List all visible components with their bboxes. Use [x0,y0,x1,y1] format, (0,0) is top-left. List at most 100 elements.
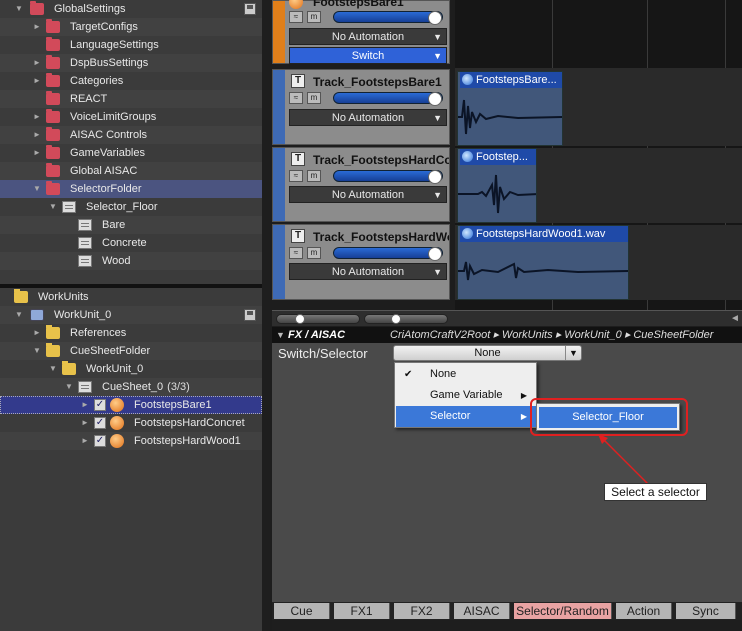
tree-row[interactable]: ► GameVariables [0,144,262,162]
chevron-down-icon[interactable]: ▼ [565,346,581,360]
zoom-slider[interactable] [364,314,448,324]
envelope-icon[interactable]: ≈ [289,11,303,23]
tree-row-selector-label[interactable]: Wood [0,252,262,270]
switch-dropdown[interactable]: Switch ▼ [289,47,447,64]
tab-action[interactable]: Action [616,603,672,619]
tree-row[interactable]: ► AISAC Controls [0,126,262,144]
collapse-arrow-icon[interactable]: ► [32,18,42,36]
tree-row-selector[interactable]: ▼ Selector_Floor [0,198,262,216]
tree-row-selector-label[interactable]: Bare [0,216,262,234]
checkbox[interactable]: ✓ [94,417,106,429]
envelope-icon[interactable]: ≈ [289,92,303,104]
waveform-clip[interactable]: FootstepsBare... [457,71,563,146]
tree-row-work-unit[interactable]: ▼ WorkUnit_0 [0,306,262,324]
tree-row-cue[interactable]: ► ✓ FootstepsHardConcret [0,414,262,432]
expand-arrow-icon[interactable]: ▼ [14,0,24,18]
track-cue[interactable]: FootstepsBare1 ≈ m No Automation ▼ Switch… [272,0,450,64]
collapse-arrow-icon[interactable]: ► [32,324,42,342]
collapse-arrow-icon[interactable]: ► [80,414,90,432]
tree-row-work-units[interactable]: WorkUnits [0,288,262,306]
tree-row-global-settings[interactable]: ▼ GlobalSettings [0,0,262,18]
envelope-icon[interactable]: ≈ [289,247,303,259]
tree-row-references[interactable]: ► References [0,324,262,342]
volume-slider[interactable] [333,11,443,25]
tab-selector-random[interactable]: Selector/Random [514,603,612,619]
folder-icon [46,343,60,357]
automation-dropdown[interactable]: No Automation ▼ [289,109,447,126]
volume-slider[interactable] [333,170,443,184]
tab-sync[interactable]: Sync [676,603,736,619]
tab-fx2[interactable]: FX2 [394,603,450,619]
menu-item-game-variable[interactable]: Game Variable ▶ [396,385,537,406]
tree-row-sub-work-unit[interactable]: ▼ WorkUnit_0 [0,360,262,378]
track[interactable]: T Track_FootstepsBare1 ≈ m No Automation… [272,69,450,145]
tree-row-selector-label[interactable]: Concrete [0,234,262,252]
waveform-clip[interactable]: FootstepsHardWood1.wav [457,225,629,300]
volume-slider[interactable] [333,92,443,106]
tree-row-cue[interactable]: ► ✓ FootstepsBare1 [0,396,262,414]
tree-row[interactable]: REACT [0,90,262,108]
envelope-icon[interactable]: ≈ [289,170,303,182]
mute-icon[interactable]: m [307,170,321,182]
tree-row[interactable]: ► DspBusSettings [0,54,262,72]
collapse-arrow-icon[interactable]: ► [32,144,42,162]
expand-arrow-icon[interactable]: ▼ [48,198,58,216]
collapse-arrow-icon[interactable]: ► [32,108,42,126]
dropdown-value: No Automation [331,112,405,124]
switch-type-menu: ✔ None Game Variable ▶ Selector ▶ [394,362,537,428]
waveform-clip[interactable]: Footstep... [457,148,537,223]
vertical-splitter[interactable] [262,0,270,631]
save-icon[interactable] [244,309,256,321]
expand-arrow-icon[interactable]: ▼ [32,342,42,360]
mute-icon[interactable]: m [307,247,321,259]
waveform-graphic [458,99,562,135]
automation-dropdown[interactable]: No Automation ▼ [289,28,447,45]
submenu-arrow-icon: ▶ [520,412,527,421]
tab-fx1[interactable]: FX1 [334,603,390,619]
menu-item-selector[interactable]: Selector ▶ [396,406,537,427]
tree-row-cuesheet[interactable]: ▼ CueSheet_0 (3/3) [0,378,262,396]
collapse-arrow-icon[interactable]: ▼ [276,327,285,343]
tab-aisac[interactable]: AISAC [454,603,510,619]
collapse-arrow-icon[interactable]: ► [80,396,90,414]
track[interactable]: T Track_FootstepsHardCo... ≈ m No Automa… [272,147,450,222]
switch-selector-combo[interactable]: None ▼ [393,345,582,361]
expand-arrow-icon[interactable]: ▼ [14,306,24,324]
tree-row[interactable]: Global AISAC [0,162,262,180]
slider-knob[interactable] [295,314,305,324]
automation-dropdown[interactable]: No Automation ▼ [289,263,447,280]
track[interactable]: T Track_FootstepsHardWo... ≈ m No Automa… [272,224,450,300]
tree-row[interactable]: ► Categories [0,72,262,90]
collapse-arrow-icon[interactable]: ► [32,126,42,144]
panel-title: FX / AISAC [288,329,346,341]
track-name: FootstepsBare1 [313,0,404,9]
tree-row-selector-folder[interactable]: ▼ SelectorFolder [0,180,262,198]
collapse-arrow-icon[interactable]: ► [32,72,42,90]
checkbox[interactable]: ✓ [94,399,106,411]
tree-row[interactable]: ► VoiceLimitGroups [0,108,262,126]
tab-cue[interactable]: Cue [274,603,330,619]
scroll-left-icon[interactable]: ◄ [730,313,740,324]
tree-row-cue[interactable]: ► ✓ FootstepsHardWood1 [0,432,262,450]
slider-knob[interactable] [391,314,401,324]
tree-row[interactable]: LanguageSettings [0,36,262,54]
checkbox[interactable]: ✓ [94,435,106,447]
automation-dropdown[interactable]: No Automation ▼ [289,186,447,203]
mute-icon[interactable]: m [307,11,321,23]
track-color-bar [273,1,285,63]
volume-slider[interactable] [333,247,443,261]
expand-arrow-icon[interactable]: ▼ [64,378,74,396]
collapse-arrow-icon[interactable]: ► [32,54,42,72]
expand-arrow-icon[interactable]: ▼ [32,180,42,198]
menu-item-none[interactable]: ✔ None [396,364,537,385]
collapse-arrow-icon[interactable]: ► [80,432,90,450]
switch-selector-label: Switch/Selector [278,346,368,361]
save-icon[interactable] [244,3,256,15]
mute-icon[interactable]: m [307,92,321,104]
tree-row[interactable]: ► TargetConfigs [0,18,262,36]
expand-arrow-icon[interactable]: ▼ [48,360,58,378]
track-name: Track_FootstepsHardWo... [313,230,449,244]
track-type-icon: T [291,229,305,243]
tree-row-cuesheet-folder[interactable]: ▼ CueSheetFolder [0,342,262,360]
zoom-slider[interactable] [276,314,360,324]
